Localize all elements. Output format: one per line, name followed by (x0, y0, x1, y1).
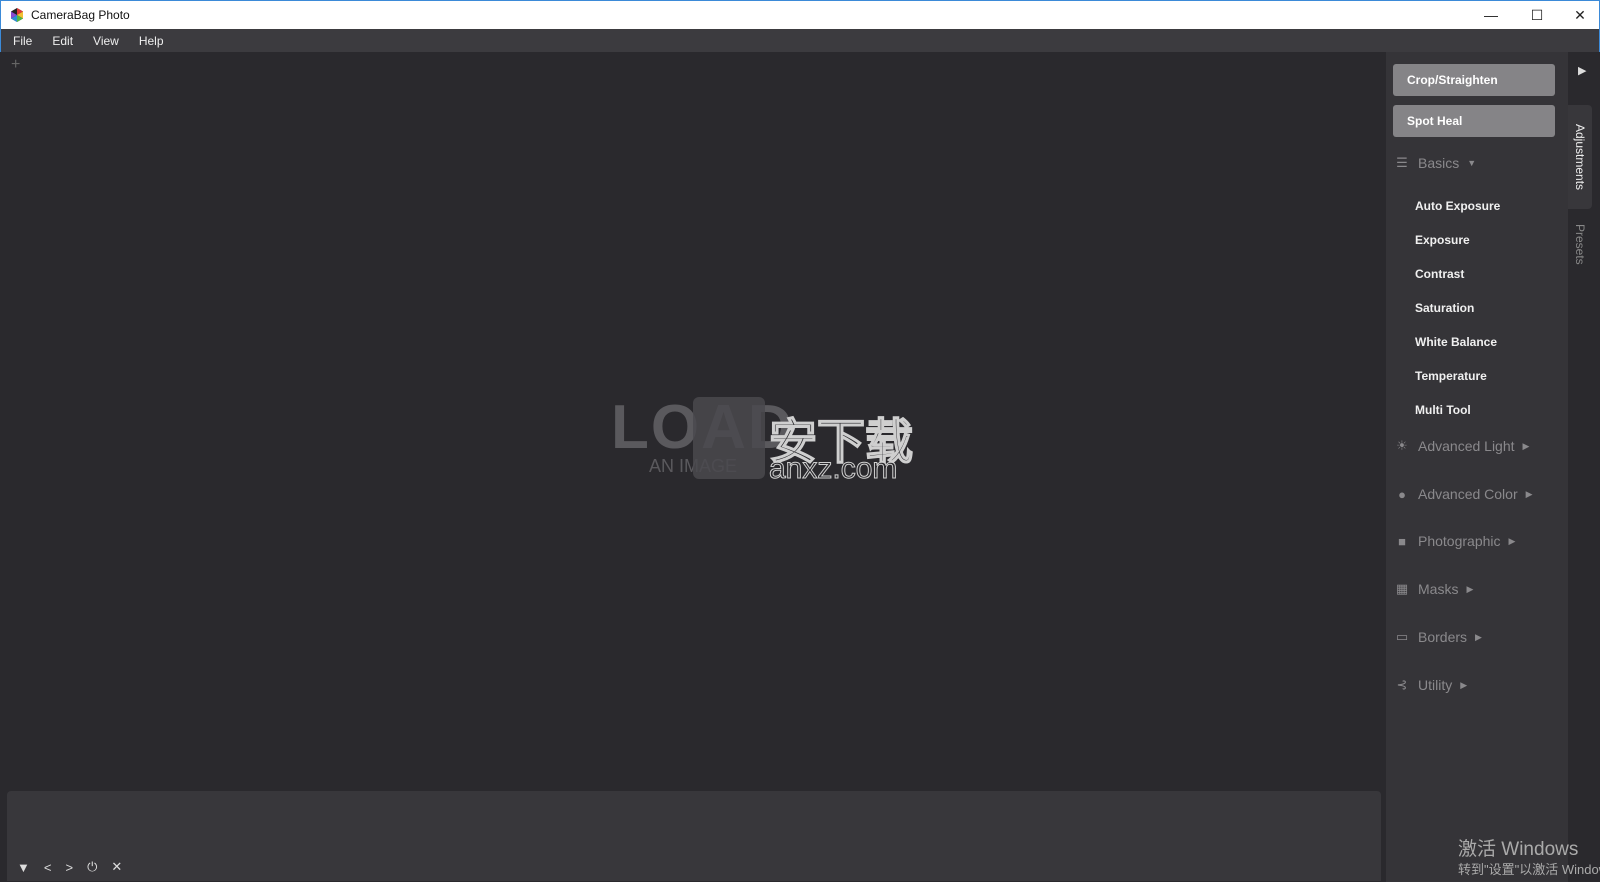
chevron-right-icon: ▶ (1508, 535, 1516, 546)
watermark-url: anxz.com (768, 452, 898, 486)
item-contrast[interactable]: Contrast (1415, 267, 1464, 281)
tab-adjustments[interactable]: Adjustments (1568, 105, 1592, 209)
image-canvas[interactable]: + LOAD AN IMAGE 安下载 anxz.com (1, 52, 1386, 790)
section-masks[interactable]: ▦ Masks ▶ (1394, 581, 1474, 597)
minimize-button[interactable]: — (1468, 1, 1514, 29)
collapse-down-icon[interactable]: ▼ (17, 860, 30, 875)
windows-activation-subtext: 转到"设置"以激活 Windows。 (1458, 862, 1600, 877)
item-auto-exposure[interactable]: Auto Exposure (1415, 199, 1500, 213)
section-advanced-color[interactable]: ● Advanced Color ▶ (1394, 486, 1533, 502)
power-icon[interactable]: ⏻ (87, 859, 97, 875)
menu-view[interactable]: View (93, 34, 119, 48)
item-exposure[interactable]: Exposure (1415, 233, 1470, 247)
maximize-button[interactable]: ☐ (1514, 1, 1560, 29)
section-basics-label: Basics (1418, 155, 1460, 171)
windows-activation-notice: 激活 Windows (1458, 839, 1579, 860)
window-title: CameraBag Photo (31, 8, 130, 22)
item-saturation[interactable]: Saturation (1415, 301, 1474, 315)
chevron-right-icon: ▶ (1525, 488, 1533, 499)
chevron-down-icon: ▼ (1467, 158, 1477, 168)
chevron-right-icon: ▶ (1460, 679, 1468, 690)
menu-file[interactable]: File (13, 34, 32, 48)
spot-heal-button[interactable]: Spot Heal (1393, 105, 1555, 137)
section-utility[interactable]: ⊰ Utility ▶ (1394, 677, 1468, 693)
section-advanced-light[interactable]: ☀ Advanced Light ▶ (1394, 438, 1529, 454)
item-multi-tool[interactable]: Multi Tool (1415, 403, 1471, 417)
camerabag-logo-icon (11, 8, 23, 22)
fork-icon: ⊰ (1396, 677, 1408, 692)
close-icon[interactable]: ✕ (111, 859, 122, 875)
close-button[interactable]: ✕ (1560, 1, 1600, 29)
collapse-panel-icon[interactable]: ▶ (1578, 64, 1586, 77)
section-photographic[interactable]: ■ Photographic ▶ (1394, 533, 1515, 549)
adjustments-panel: Crop/Straighten Spot Heal ☰ Basics ▼ Aut… (1386, 52, 1568, 882)
checker-icon: ▦ (1395, 581, 1409, 596)
menu-edit[interactable]: Edit (52, 34, 73, 48)
color-circles-icon: ● (1398, 486, 1406, 502)
chevron-right-icon: ▶ (1522, 440, 1530, 451)
side-tab-strip: ▶ Adjustments Presets (1568, 52, 1599, 882)
rectangle-icon: ▭ (1395, 629, 1409, 644)
item-temperature[interactable]: Temperature (1415, 369, 1487, 383)
crop-straighten-button[interactable]: Crop/Straighten (1393, 64, 1555, 96)
section-borders[interactable]: ▭ Borders ▶ (1394, 629, 1482, 645)
watermark-shield-icon (693, 397, 765, 479)
chevron-right-icon: ▶ (1475, 631, 1482, 642)
item-white-balance[interactable]: White Balance (1415, 335, 1497, 349)
section-basics[interactable]: ☰ Basics ▼ (1394, 155, 1476, 171)
next-icon[interactable]: > (65, 860, 73, 875)
tab-presets[interactable]: Presets (1568, 214, 1592, 274)
camera-icon: ■ (1398, 533, 1406, 549)
chevron-right-icon: ▶ (1466, 583, 1474, 594)
previous-icon[interactable]: < (44, 860, 52, 875)
title-bar: CameraBag Photo — ☐ ✕ (0, 0, 1600, 29)
menu-help[interactable]: Help (139, 34, 164, 48)
sun-icon: ☀ (1396, 438, 1408, 453)
sliders-icon: ☰ (1396, 155, 1408, 170)
add-image-button[interactable]: + (11, 56, 20, 74)
menu-bar: File Edit View Help (0, 29, 1600, 52)
filmstrip-panel: ▼ < > ⏻ ✕ (7, 791, 1381, 881)
